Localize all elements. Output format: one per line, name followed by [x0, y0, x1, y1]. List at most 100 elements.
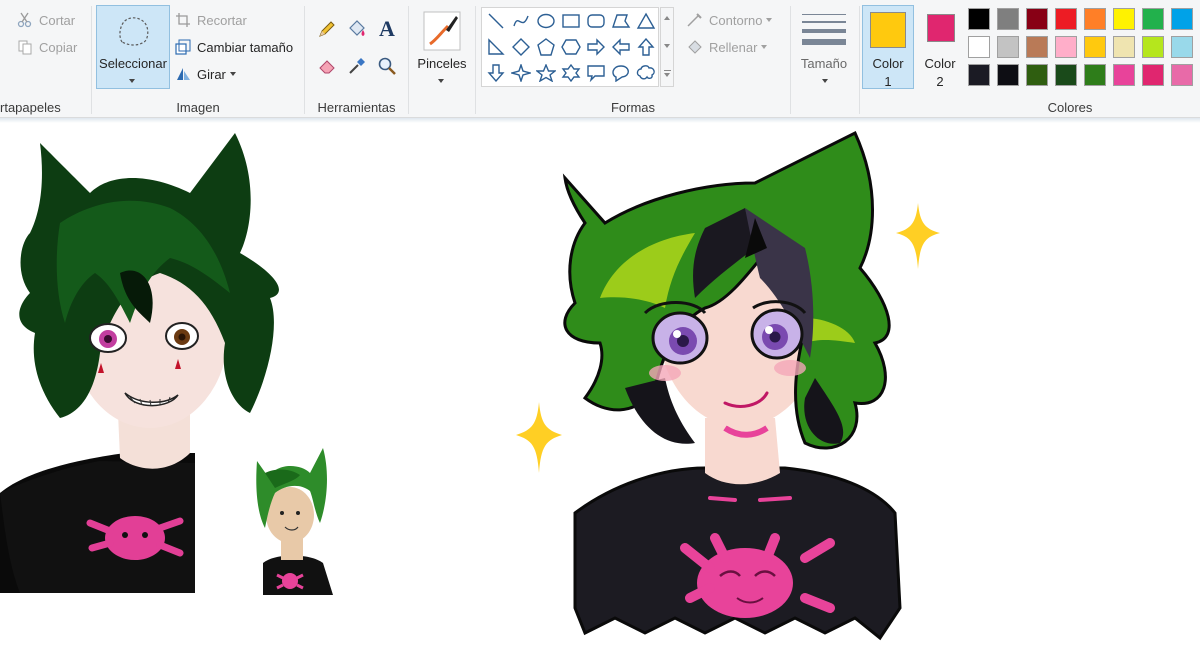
palette-swatch[interactable] [1113, 36, 1135, 58]
cloud-callout-shape-icon[interactable] [634, 62, 658, 84]
pencil-icon[interactable] [315, 17, 339, 41]
pentagon-shape-icon[interactable] [534, 36, 558, 58]
sparkle-star-top [896, 203, 940, 269]
fill-shape-icon [686, 38, 704, 56]
rounded-rectangle-shape-icon[interactable] [584, 10, 608, 32]
fill-shape-button[interactable]: Rellenar [686, 36, 768, 58]
magnifier-icon[interactable] [375, 54, 399, 78]
color2-button[interactable]: Color 2 [916, 5, 964, 89]
oval-callout-shape-icon[interactable] [609, 62, 633, 84]
cut-label: Cortar [39, 12, 76, 28]
palette-swatch[interactable] [1055, 8, 1077, 30]
rotate-icon [174, 65, 192, 83]
size-button[interactable]: Tamaño [793, 5, 855, 89]
select-icon [114, 12, 154, 55]
palette-swatch[interactable] [1055, 36, 1077, 58]
hexagon-shape-icon[interactable] [559, 36, 583, 58]
palette-swatch[interactable] [1113, 8, 1135, 30]
size-lines-icon [802, 12, 846, 49]
crop-icon [174, 11, 192, 29]
palette-swatch[interactable] [1026, 8, 1048, 30]
palette-swatch[interactable] [968, 36, 990, 58]
rectangular-callout-shape-icon[interactable] [584, 62, 608, 84]
diamond-shape-icon[interactable] [509, 36, 533, 58]
line-shape-icon[interactable] [484, 10, 508, 32]
ribbon: Cortar Copiar rtapapeles Seleccionar Rec… [0, 0, 1200, 118]
outline-dropdown-icon [766, 18, 773, 22]
triangle-shape-icon[interactable] [634, 10, 658, 32]
palette-swatch[interactable] [1055, 64, 1077, 86]
character-drawing-small [256, 448, 333, 595]
palette-swatch[interactable] [1142, 36, 1164, 58]
curve-shape-icon[interactable] [509, 10, 533, 32]
scroll-up-icon[interactable] [664, 16, 670, 20]
palette-swatch[interactable] [1142, 8, 1164, 30]
resize-icon [174, 38, 192, 56]
cut-button[interactable]: Cortar [16, 9, 75, 31]
palette-swatch[interactable] [1171, 64, 1193, 86]
character-drawing-right [562, 130, 902, 641]
palette-swatch[interactable] [997, 36, 1019, 58]
size-group: Tamaño [791, 0, 859, 118]
color2-number: 2 [936, 74, 944, 89]
tools-group-label: Herramientas [317, 100, 396, 115]
palette-swatch[interactable] [1026, 64, 1048, 86]
outline-button[interactable]: Contorno [686, 9, 773, 31]
palette-swatch[interactable] [997, 64, 1019, 86]
palette-swatch[interactable] [1171, 36, 1193, 58]
brushes-button[interactable]: Pinceles [412, 5, 472, 89]
palette-swatch[interactable] [1084, 8, 1106, 30]
size-dropdown-icon [822, 79, 828, 83]
palette-swatch[interactable] [1084, 36, 1106, 58]
oval-shape-icon[interactable] [534, 10, 558, 32]
palette-swatch[interactable] [1026, 36, 1048, 58]
scroll-down-icon[interactable] [664, 44, 670, 48]
eraser-icon[interactable] [315, 54, 339, 78]
five-point-star-shape-icon[interactable] [534, 62, 558, 84]
left-arrow-shape-icon[interactable] [609, 36, 633, 58]
up-arrow-shape-icon[interactable] [634, 36, 658, 58]
rotate-label: Girar [197, 66, 226, 82]
right-triangle-shape-icon[interactable] [484, 36, 508, 58]
brushes-group: Pinceles [409, 0, 475, 118]
brush-icon [422, 10, 462, 55]
six-point-star-shape-icon[interactable] [559, 62, 583, 84]
outline-icon [686, 11, 704, 29]
palette-swatch[interactable] [968, 64, 990, 86]
color2-label: Color [924, 56, 956, 71]
brushes-dropdown-icon [438, 79, 444, 83]
expand-gallery-icon[interactable] [664, 70, 671, 77]
sparkle-star-bottom [516, 402, 562, 473]
color1-button[interactable]: Color 1 [862, 5, 914, 89]
palette-swatch[interactable] [1142, 64, 1164, 86]
clipboard-group: Cortar Copiar rtapapeles [0, 0, 92, 118]
select-label: Seleccionar [99, 56, 167, 71]
select-button[interactable]: Seleccionar [96, 5, 170, 89]
down-arrow-shape-icon[interactable] [484, 62, 508, 84]
colors-group-label: Colores [1047, 100, 1093, 115]
polygon-shape-icon[interactable] [609, 10, 633, 32]
copy-button[interactable]: Copiar [16, 36, 77, 58]
shapes-scrollbar[interactable] [660, 7, 674, 87]
crop-button[interactable]: Recortar [174, 9, 247, 31]
palette-swatch[interactable] [968, 8, 990, 30]
palette-swatch[interactable] [1084, 64, 1106, 86]
color-picker-icon[interactable] [345, 54, 369, 78]
rectangle-shape-icon[interactable] [559, 10, 583, 32]
palette-swatch[interactable] [1113, 64, 1135, 86]
text-icon[interactable]: A [375, 16, 399, 41]
shapes-group-label: Formas [610, 100, 656, 115]
right-arrow-shape-icon[interactable] [584, 36, 608, 58]
rotate-button[interactable]: Girar [174, 63, 236, 85]
image-group: Seleccionar Recortar Cambiar tamaño Gira… [92, 0, 304, 118]
clipboard-group-label: rtapapeles [0, 100, 61, 115]
drawing-canvas[interactable] [0, 123, 1200, 647]
fill-icon[interactable] [345, 17, 369, 41]
palette-swatch[interactable] [997, 8, 1019, 30]
four-point-star-shape-icon[interactable] [509, 62, 533, 84]
color1-label: Color [872, 56, 904, 71]
palette-swatch[interactable] [1171, 8, 1193, 30]
resize-button[interactable]: Cambiar tamaño [174, 36, 293, 58]
size-label: Tamaño [800, 56, 848, 71]
shapes-gallery[interactable] [481, 7, 659, 87]
